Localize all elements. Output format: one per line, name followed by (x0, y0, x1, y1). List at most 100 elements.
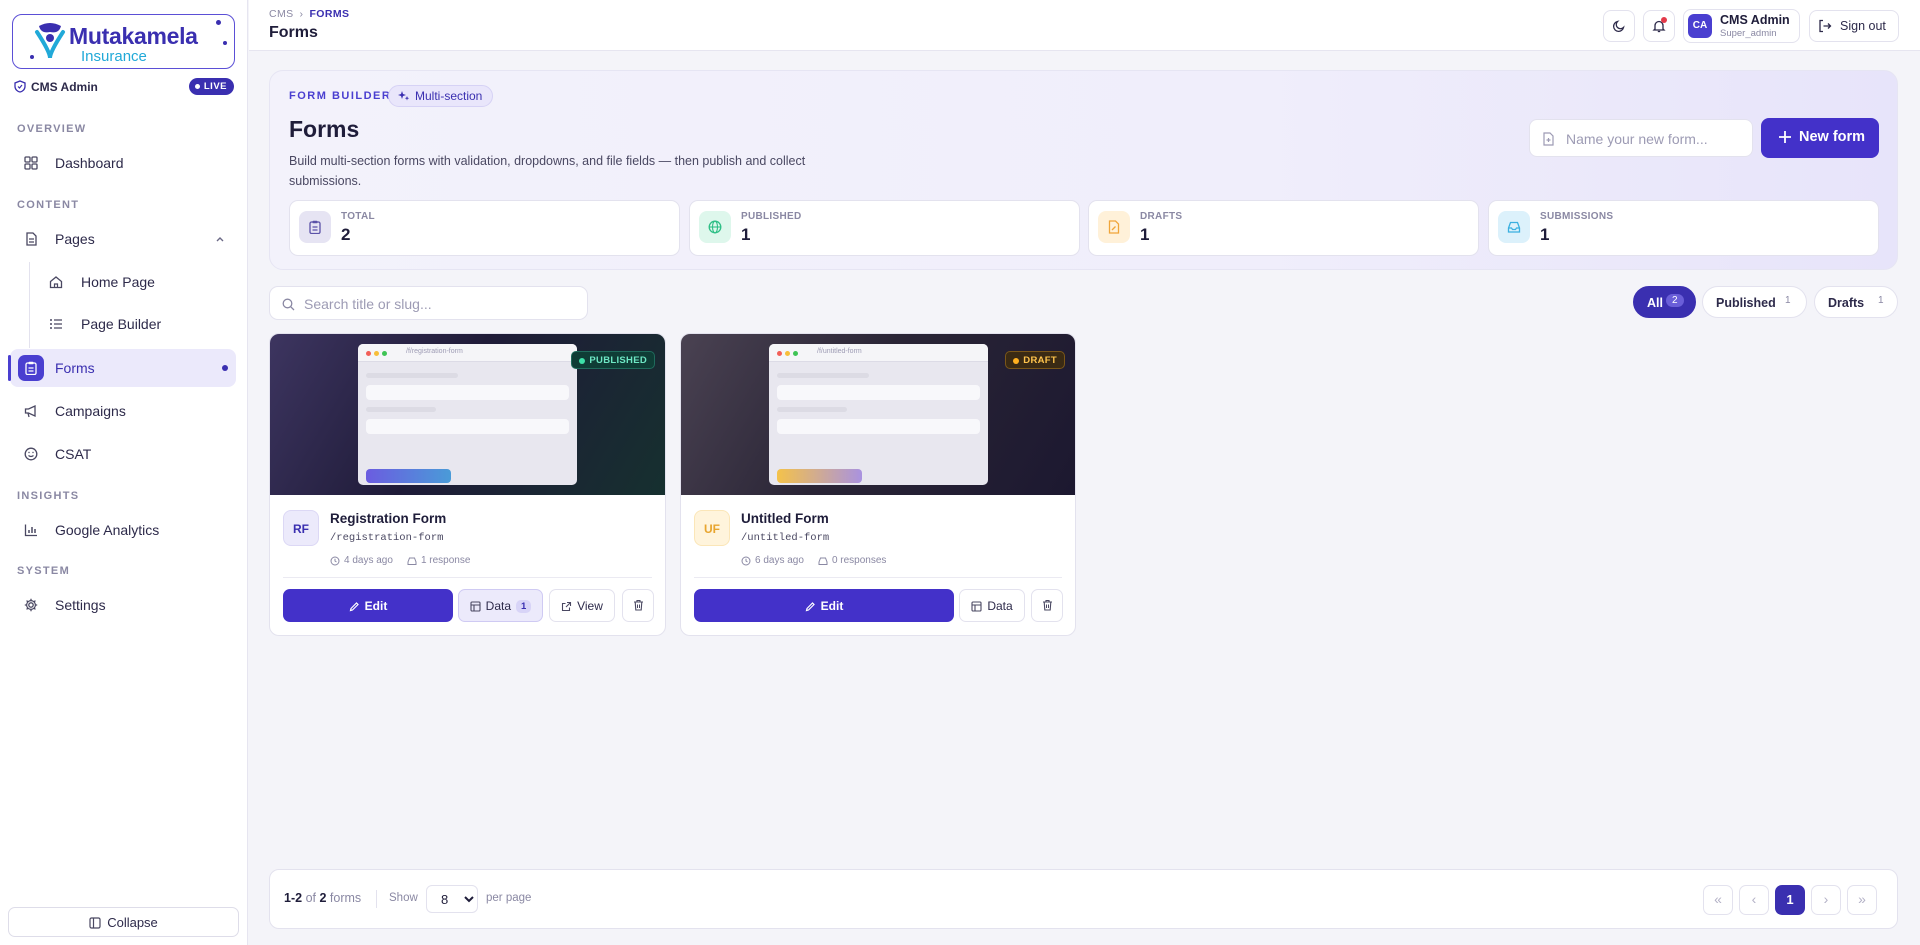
shield-icon (14, 80, 26, 93)
data-label: Data (987, 599, 1013, 613)
sidebar-item-campaigns[interactable]: Campaigns (10, 392, 236, 430)
plus-icon (1779, 131, 1791, 143)
form-initials: RF (283, 510, 319, 546)
filter-drafts-chip[interactable]: Drafts 1 (1814, 286, 1898, 318)
mock-field (366, 419, 569, 434)
sidebar-item-home-page[interactable]: Home Page (40, 263, 236, 301)
responses-text: 1 response (420, 555, 471, 566)
new-form-name-field[interactable] (1529, 119, 1753, 157)
filter-published-chip[interactable]: Published 1 (1702, 286, 1807, 318)
stat-icon-bg (699, 211, 731, 243)
clipboard-icon (309, 220, 321, 234)
updated-text: 6 days ago (755, 555, 804, 566)
file-plus-icon (1543, 132, 1554, 146)
page-1-button[interactable]: 1 (1775, 885, 1805, 915)
form-preview-mock: /f/registration-form (358, 344, 577, 485)
sidebar-item-google-analytics[interactable]: Google Analytics (10, 511, 236, 549)
external-link-icon (562, 601, 572, 611)
sidebar-item-dashboard[interactable]: Dashboard (10, 144, 236, 182)
responses-meta: 1 response (407, 555, 470, 566)
data-button[interactable]: Data (959, 589, 1025, 622)
mock-submit (366, 469, 451, 483)
stat-value: 1 (1140, 225, 1150, 244)
first-page-button[interactable]: « (1703, 885, 1733, 915)
tree-line (29, 262, 30, 348)
chevron-up-icon[interactable] (214, 233, 226, 245)
range-unit: forms (329, 891, 362, 905)
logout-icon (1819, 19, 1832, 33)
theme-toggle-button[interactable] (1603, 10, 1635, 42)
stat-card-published: PUBLISHED 1 (689, 200, 1080, 256)
data-button[interactable]: Data 1 (458, 589, 543, 622)
search-input[interactable] (304, 294, 574, 314)
form-preview-mock: /f/untitled-form (769, 344, 988, 485)
window-dot (785, 351, 790, 356)
new-form-button[interactable]: New form (1761, 118, 1879, 158)
bar-chart-icon (24, 524, 37, 537)
delete-button[interactable] (1031, 589, 1063, 622)
delete-button[interactable] (622, 589, 654, 622)
sidebar-item-forms[interactable]: Forms (8, 349, 236, 387)
gear-icon (24, 598, 38, 612)
search-field[interactable] (269, 286, 588, 320)
window-dot (366, 351, 371, 356)
inbox-icon (1507, 221, 1521, 233)
brand-subtitle: Insurance (81, 48, 147, 65)
active-dot (222, 365, 228, 371)
sidebar-item-settings[interactable]: Settings (10, 586, 236, 624)
sidebar-item-csat[interactable]: CSAT (10, 435, 236, 473)
total-value: 2 (319, 891, 327, 905)
last-page-button[interactable]: » (1847, 885, 1877, 915)
new-form-name-input[interactable] (1566, 128, 1746, 150)
form-card[interactable]: /f/untitled-form DRAFT UF Untitled Form … (680, 333, 1076, 636)
stat-card-submissions: SUBMISSIONS 1 (1488, 200, 1879, 256)
status-badge: DRAFT (1005, 351, 1065, 369)
next-page-button[interactable]: › (1811, 885, 1841, 915)
moon-icon (1612, 20, 1625, 33)
filter-label: Drafts (1828, 296, 1865, 310)
collapse-button[interactable]: Collapse (8, 907, 239, 937)
sign-out-button[interactable]: Sign out (1809, 10, 1899, 42)
sidebar-item-page-builder[interactable]: Page Builder (40, 305, 236, 343)
notifications-button[interactable] (1643, 10, 1675, 42)
stat-label: PUBLISHED (741, 211, 802, 222)
form-preview-thumbnail: /f/untitled-form DRAFT (681, 334, 1075, 495)
sidebar-item-pages[interactable]: Pages (10, 220, 236, 258)
responses-meta: 0 responses (818, 555, 886, 566)
mock-line (777, 407, 847, 412)
mock-line (366, 373, 458, 378)
sidebar-item-label: Campaigns (55, 403, 126, 419)
brand-logo[interactable]: Mutakamela Insurance (12, 14, 235, 69)
filter-all-chip[interactable]: All 2 (1633, 286, 1696, 318)
per-page-select[interactable]: 8 (426, 885, 478, 913)
sidebar-item-label: CSAT (55, 446, 92, 462)
dashboard-icon (24, 156, 38, 170)
filter-count: 1 (1785, 295, 1791, 306)
multi-section-label: Multi-section (415, 89, 483, 103)
prev-page-button[interactable]: ‹ (1739, 885, 1769, 915)
window-dot (382, 351, 387, 356)
sign-out-label: Sign out (1840, 19, 1886, 33)
breadcrumb-cms[interactable]: CMS (269, 8, 294, 20)
clipboard-icon (25, 361, 37, 375)
stat-label: TOTAL (341, 211, 375, 222)
form-card[interactable]: /f/registration-form PUBLISHED RF Regist… (269, 333, 666, 636)
edit-label: Edit (364, 599, 388, 613)
form-title: Untitled Form (741, 511, 829, 526)
form-slug: /untitled-form (741, 532, 830, 544)
section-system: SYSTEM (17, 565, 71, 577)
edit-button[interactable]: Edit (283, 589, 453, 622)
form-meta: 6 days ago 0 responses (741, 555, 886, 566)
sidebar-item-label: Google Analytics (55, 522, 160, 538)
stat-label: SUBMISSIONS (1540, 211, 1614, 222)
edit-button[interactable]: Edit (694, 589, 954, 622)
inbox-icon (407, 557, 417, 565)
view-button[interactable]: View (549, 589, 615, 622)
form-title: Registration Form (330, 511, 447, 526)
user-menu-button[interactable]: CA CMS Admin Super_admin (1683, 9, 1800, 43)
mock-field (366, 385, 569, 400)
mock-submit (777, 469, 862, 483)
card-divider (283, 577, 652, 578)
show-label: Show (389, 892, 418, 904)
stat-icon-bg (299, 211, 331, 243)
